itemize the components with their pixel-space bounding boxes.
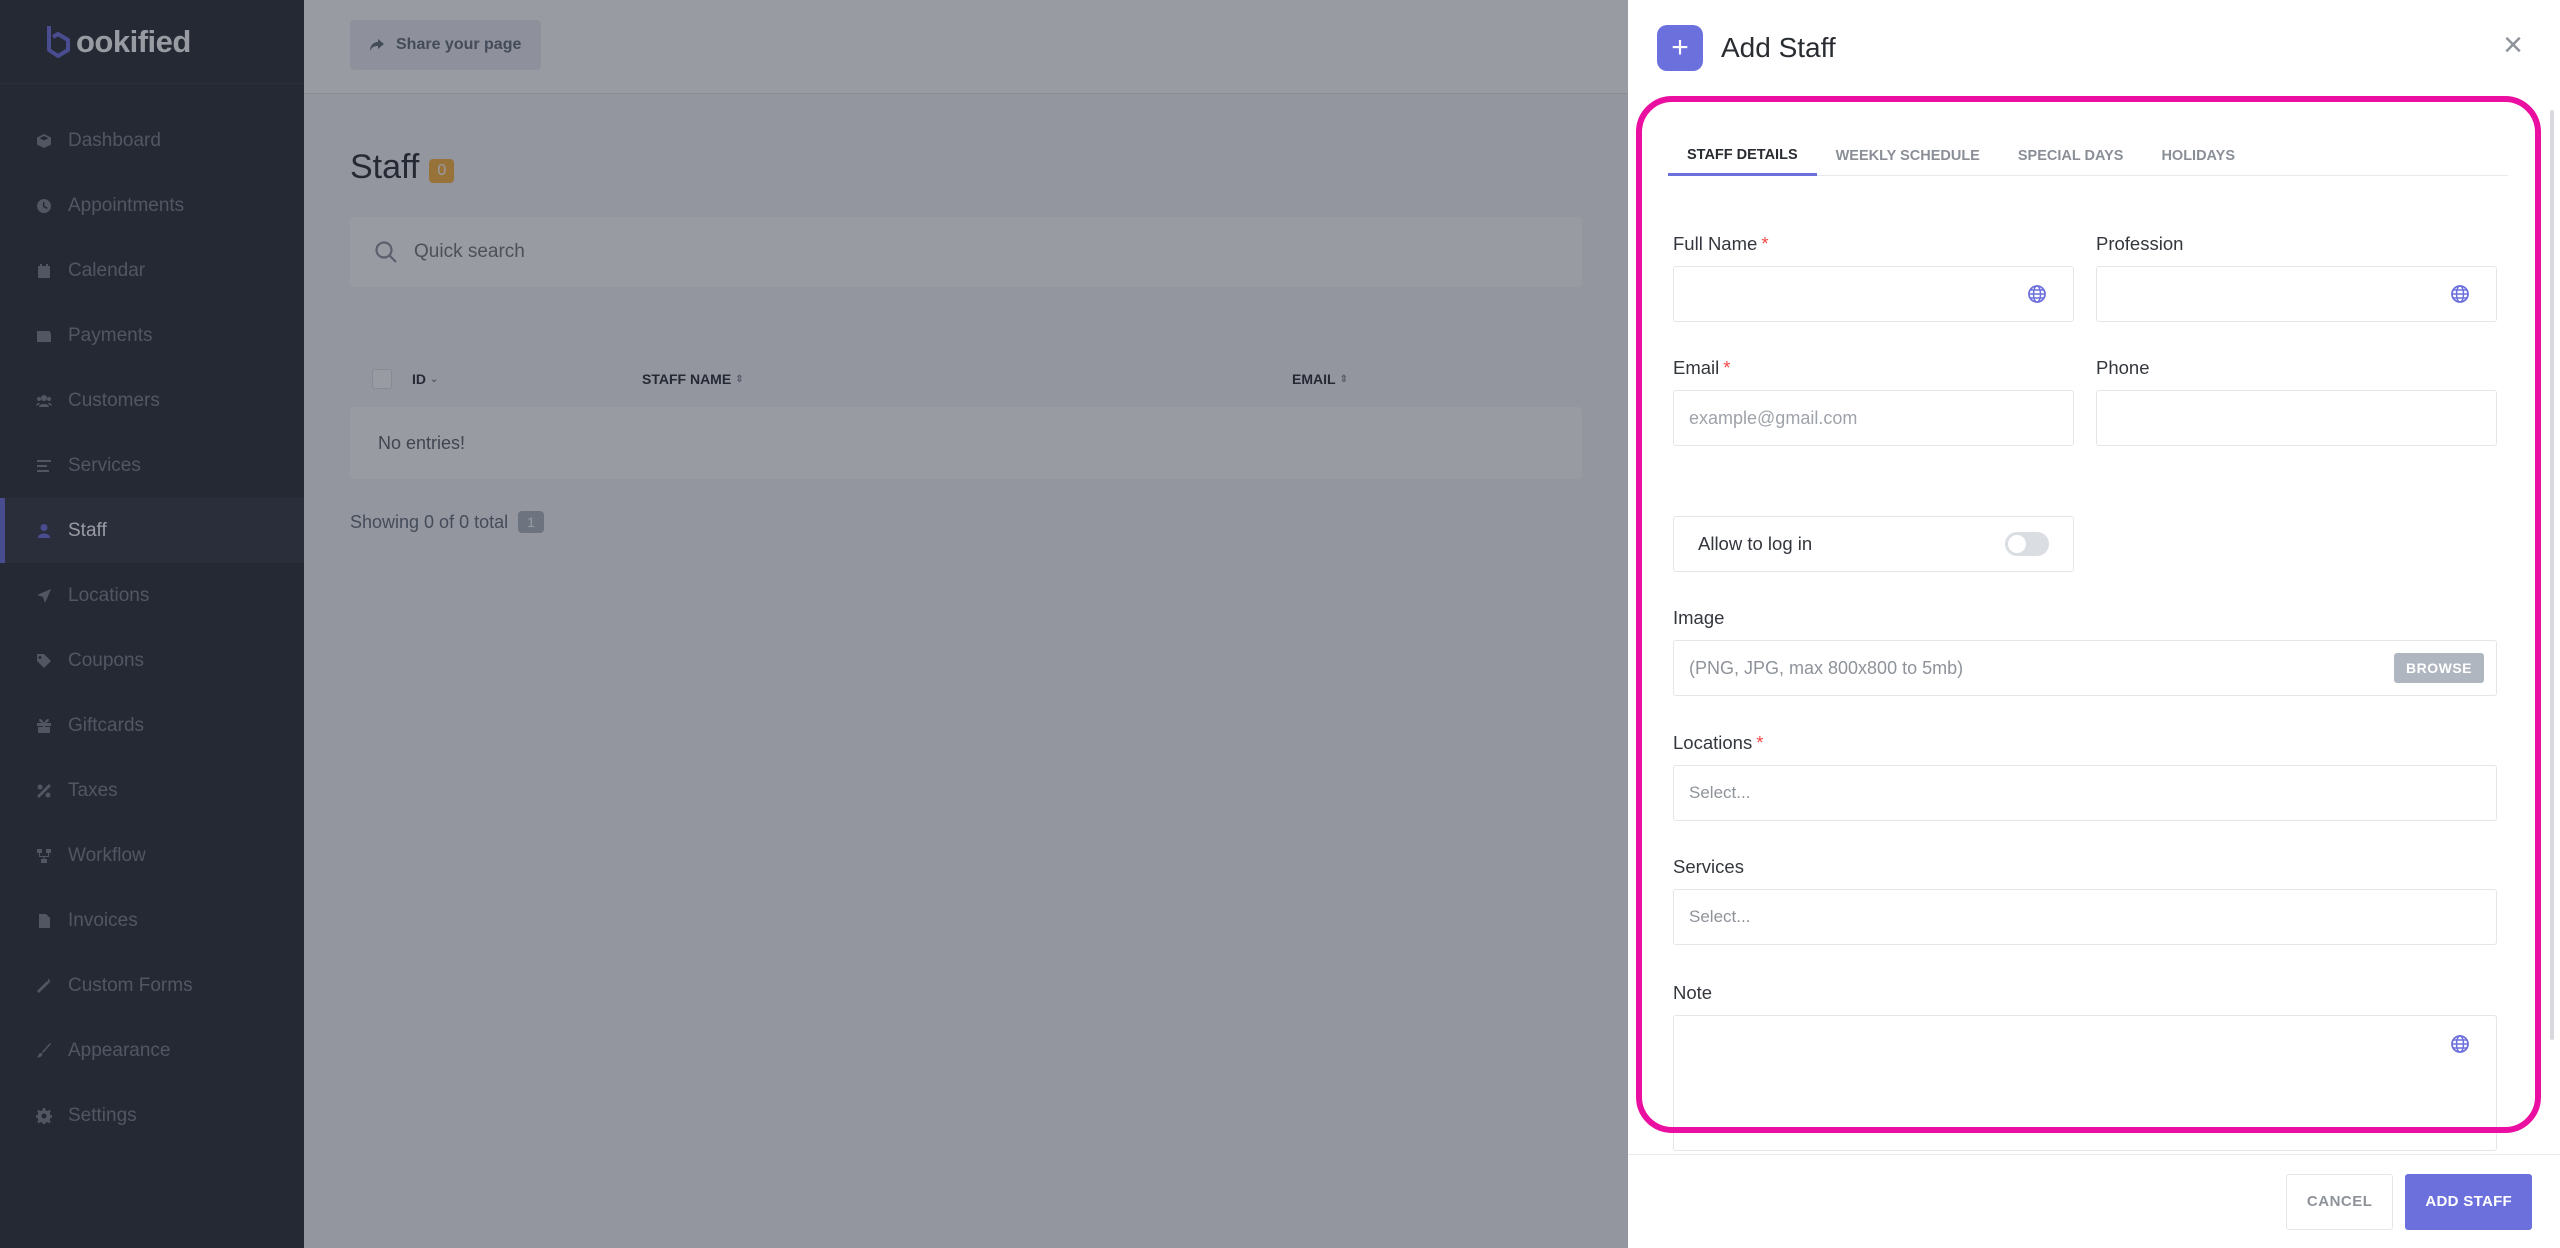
locations-select[interactable]: Select... [1673,765,2497,821]
full-name-label-text: Full Name [1673,233,1758,254]
tab-holidays[interactable]: HOLIDAYS [2142,136,2254,176]
cancel-button[interactable]: CANCEL [2285,1173,2394,1230]
email-input[interactable] [1689,407,2073,429]
allow-login-toggle[interactable] [2005,532,2049,556]
phone-input[interactable] [2112,407,2496,429]
panel-body: STAFF DETAILS WEEKLY SCHEDULE SPECIAL DA… [1628,96,2560,1154]
allow-login-label: Allow to log in [1698,533,1813,554]
required-mark: * [1756,732,1764,753]
profession-label: Profession [2096,233,2184,254]
profession-input[interactable] [2112,283,2496,305]
locations-placeholder: Select... [1689,783,1751,802]
add-staff-button[interactable]: ADD STAFF [2405,1173,2532,1230]
note-textarea[interactable] [1673,1015,2497,1151]
globe-icon[interactable] [2450,1034,2470,1054]
add-staff-panel: + Add Staff × STAFF DETAILS WEEKLY SCHED… [1628,0,2560,1248]
full-name-input[interactable] [1689,283,2073,305]
phone-field [2096,390,2497,446]
tab-bar: STAFF DETAILS WEEKLY SCHEDULE SPECIAL DA… [1668,136,2508,176]
globe-icon[interactable] [2450,284,2470,304]
services-label: Services [1673,856,1744,877]
panel-header: + Add Staff × [1628,0,2560,96]
tab-weekly-schedule[interactable]: WEEKLY SCHEDULE [1817,136,1999,176]
image-label: Image [1673,607,1725,628]
panel-footer: CANCEL ADD STAFF [1628,1154,2560,1248]
required-mark: * [1761,233,1769,254]
full-name-label: Full Name * [1673,233,1769,255]
image-upload-field[interactable]: (PNG, JPG, max 800x800 to 5mb) BROWSE [1673,640,2497,696]
tab-special-days[interactable]: SPECIAL DAYS [1999,136,2143,176]
browse-button[interactable]: BROWSE [2394,653,2484,683]
required-mark: * [1723,357,1731,378]
allow-login-row: Allow to log in [1673,516,2074,572]
image-hint: (PNG, JPG, max 800x800 to 5mb) [1689,657,1964,678]
email-label-text: Email [1673,357,1720,378]
locations-label: Locations * [1673,732,1763,754]
note-label: Note [1673,982,1713,1003]
full-name-field [1673,266,2074,322]
phone-label: Phone [2096,357,2150,378]
profession-field [2096,266,2497,322]
globe-icon[interactable] [2027,284,2047,304]
plus-icon: + [1657,25,1703,71]
services-select[interactable]: Select... [1673,889,2497,945]
services-placeholder: Select... [1689,907,1751,926]
email-field [1673,390,2074,446]
email-label: Email * [1673,357,1730,379]
close-icon[interactable]: × [2498,26,2528,64]
panel-scrollbar[interactable] [2550,110,2554,1040]
modal-backdrop[interactable] [0,0,1628,1248]
locations-label-text: Locations [1673,732,1753,753]
panel-title: Add Staff [1721,32,1836,63]
tab-staff-details[interactable]: STAFF DETAILS [1668,136,1817,176]
